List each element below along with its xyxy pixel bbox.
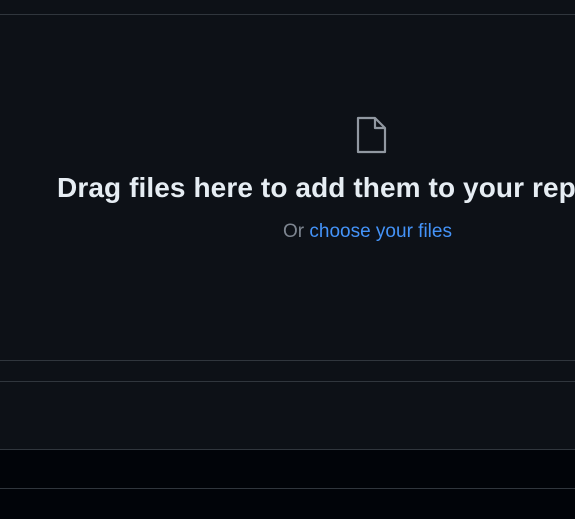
divider-band [0, 361, 575, 382]
dropzone-subtitle: Or choose your files [283, 221, 452, 243]
subtitle-prefix: Or [283, 221, 310, 242]
file-icon [355, 116, 387, 154]
choose-files-link[interactable]: choose your files [309, 221, 452, 242]
footer-band [0, 450, 575, 489]
dropzone-title: Drag files here to add them to your repo… [57, 172, 575, 203]
file-dropzone[interactable]: Drag files here to add them to your rep o… [0, 15, 575, 361]
top-strip [0, 0, 575, 15]
upload-page: Drag files here to add them to your rep o… [0, 0, 575, 519]
footer-band-bottom [0, 489, 575, 519]
commit-section [0, 382, 575, 450]
